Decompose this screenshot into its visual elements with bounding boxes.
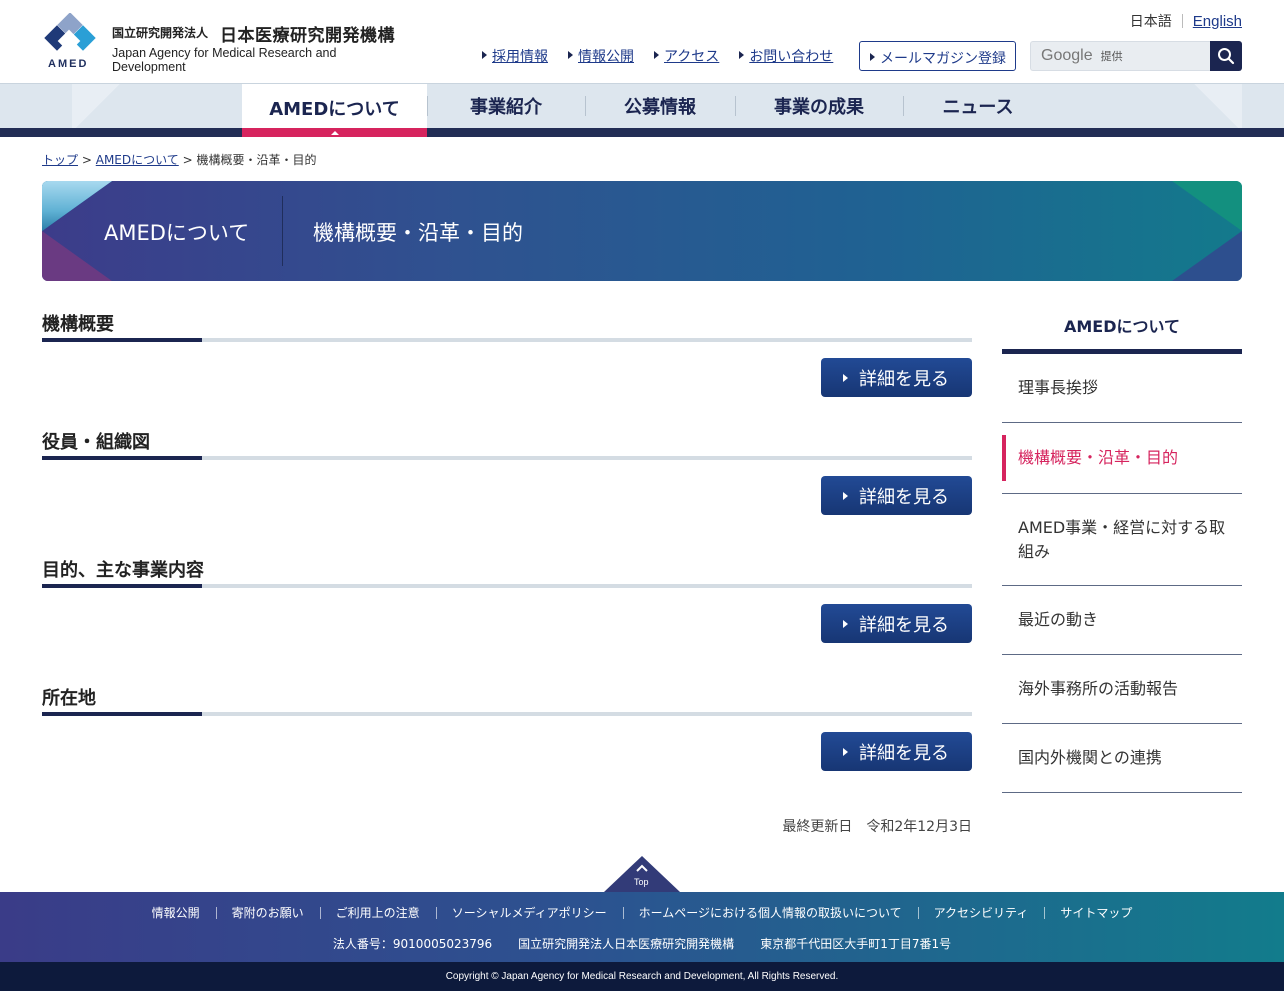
section-overview: 機構概要 詳細を見る [42,310,972,428]
global-nav-list: AMEDについて 事業紹介 公募情報 事業の成果 ニュース [242,84,1053,137]
footer-link-donation[interactable]: 寄附のお願い [215,904,320,921]
section-rule [42,456,972,460]
back-to-top-label: Top [634,877,649,887]
amed-logo[interactable]: AMED 国立研究開発法人 日本医療研究開発機構 Japan Agency fo… [42,13,402,74]
footer-links: 情報公開 寄附のお願い ご利用上の注意 ソーシャルメディアポリシー ホームページ… [0,904,1284,921]
detail-button[interactable]: 詳細を見る [821,358,972,397]
lang-english-link[interactable]: English [1193,13,1242,30]
lang-divider [1181,14,1183,28]
section-purpose: 目的、主な事業内容 詳細を見る [42,556,972,684]
sidebar-item-collaboration[interactable]: 国内外機関との連携 [1002,724,1242,793]
logo-org-name: 日本医療研究開発機構 [220,26,395,46]
nav-item-label: 事業紹介 [470,97,542,118]
nav-item-label: 事業の成果 [774,97,864,118]
utility-link-disclosure[interactable]: 情報公開 [568,46,634,66]
section-heading: 機構概要 [42,314,114,335]
copyright: Copyright © Japan Agency for Medical Res… [0,962,1284,991]
footer-info: 法人番号：9010005023796 国立研究開発法人日本医療研究開発機構 東京… [0,935,1284,952]
page-banner: AMEDについて 機構概要・沿革・目的 [42,181,1242,281]
utility-nav: 採用情報 情報公開 アクセス お問い合わせ [482,46,833,66]
google-brand: Google [1041,47,1093,64]
sidebar-list: 理事長挨拶 機構概要・沿革・目的 AMED事業・経営に対する取組み 最近の動き … [1002,354,1242,793]
nav-item-label: AMEDについて [269,99,400,120]
main-content: 機構概要 詳細を見る 役員・組織図 詳細を見る 目的、主な事業内容 詳細を見る … [42,310,972,835]
sidebar-item-recent[interactable]: 最近の動き [1002,586,1242,655]
section-heading: 役員・組織図 [42,432,150,453]
search-input[interactable]: Google 提供 [1030,41,1210,71]
detail-button[interactable]: 詳細を見る [821,604,972,643]
section-heading: 所在地 [42,688,96,709]
sidebar-heading[interactable]: AMEDについて [1002,300,1242,354]
section-rule [42,338,972,342]
nav-item-projects[interactable]: 事業紹介 [427,84,585,128]
mail-magazine-button[interactable]: メールマガジン登録 [859,41,1016,71]
banner-decoration [1172,181,1242,231]
corporate-number: 法人番号：9010005023796 [332,937,493,951]
footer-org-name: 国立研究開発法人日本医療研究開発機構 [518,937,735,951]
last-updated: 最終更新日 令和2年12月3日 [782,819,972,835]
chevron-up-icon [636,864,648,872]
search-icon [1218,48,1235,65]
banner-decoration [1172,231,1242,281]
breadcrumb-separator: > [81,153,92,167]
section-rule [42,712,972,716]
banner-section-title: AMEDについて [104,221,250,245]
footer-link-terms[interactable]: ご利用上の注意 [319,904,436,921]
breadcrumb-top-link[interactable]: トップ [42,153,78,167]
nav-decoration-right [1190,84,1242,128]
logo-org-type: 国立研究開発法人 [112,26,209,40]
footer-link-privacy[interactable]: ホームページにおける個人情報の取扱いについて [622,904,918,921]
breadcrumb-section-link[interactable]: AMEDについて [96,153,179,167]
nav-active-caret-icon [330,131,339,135]
footer-link-disclosure[interactable]: 情報公開 [136,904,216,921]
section-rule [42,584,972,588]
footer-link-accessibility[interactable]: アクセシビリティ [917,904,1045,921]
logo-amed-text: AMED [48,58,89,70]
page-title: 機構概要・沿革・目的 [313,221,523,245]
detail-button[interactable]: 詳細を見る [821,476,972,515]
nav-item-label: 公募情報 [624,97,696,118]
nav-decoration-left [72,84,124,128]
banner-divider [282,196,283,266]
section-officers: 役員・組織図 詳細を見る [42,428,972,556]
sidebar-item-initiatives[interactable]: AMED事業・経営に対する取組み [1002,494,1242,586]
breadcrumb: トップ > AMEDについて > 機構概要・沿革・目的 [42,151,317,168]
language-switch: 日本語 English [1130,11,1242,31]
breadcrumb-current: 機構概要・沿革・目的 [196,153,317,167]
sidebar: AMEDについて 理事長挨拶 機構概要・沿革・目的 AMED事業・経営に対する取… [1002,300,1242,793]
nav-item-calls[interactable]: 公募情報 [585,84,735,128]
lang-japanese[interactable]: 日本語 [1130,11,1172,31]
site-search: Google 提供 [1030,41,1242,71]
breadcrumb-separator: > [182,153,193,167]
sidebar-item-overview[interactable]: 機構概要・沿革・目的 [1002,423,1242,494]
nav-item-news[interactable]: ニュース [903,84,1053,128]
utility-link-recruit[interactable]: 採用情報 [482,46,548,66]
footer-link-social-policy[interactable]: ソーシャルメディアポリシー [435,904,623,921]
sidebar-item-overseas[interactable]: 海外事務所の活動報告 [1002,655,1242,724]
nav-bottom-bar [0,128,1284,137]
site-header: AMED 国立研究開発法人 日本医療研究開発機構 Japan Agency fo… [0,0,1284,84]
search-provided-label: 提供 [1100,50,1123,63]
nav-item-about[interactable]: AMEDについて [242,84,427,137]
sidebar-item-greeting[interactable]: 理事長挨拶 [1002,354,1242,423]
logo-org-name-en: Japan Agency for Medical Research and De… [112,46,337,74]
site-footer: 情報公開 寄附のお願い ご利用上の注意 ソーシャルメディアポリシー ホームページ… [0,892,1284,962]
footer-link-sitemap[interactable]: サイトマップ [1044,904,1148,921]
section-heading: 目的、主な事業内容 [42,560,204,581]
footer-address: 東京都千代田区大手町1丁目7番1号 [760,937,952,951]
utility-link-access[interactable]: アクセス [654,46,719,66]
section-location: 所在地 詳細を見る [42,684,972,802]
banner-decoration [42,231,112,281]
utility-link-contact[interactable]: お問い合わせ [739,46,833,66]
search-button[interactable] [1210,41,1242,71]
nav-item-label: ニュース [942,97,1014,118]
detail-button[interactable]: 詳細を見る [821,732,972,771]
global-nav: AMEDについて 事業紹介 公募情報 事業の成果 ニュース [0,84,1284,137]
nav-item-results[interactable]: 事業の成果 [735,84,903,128]
